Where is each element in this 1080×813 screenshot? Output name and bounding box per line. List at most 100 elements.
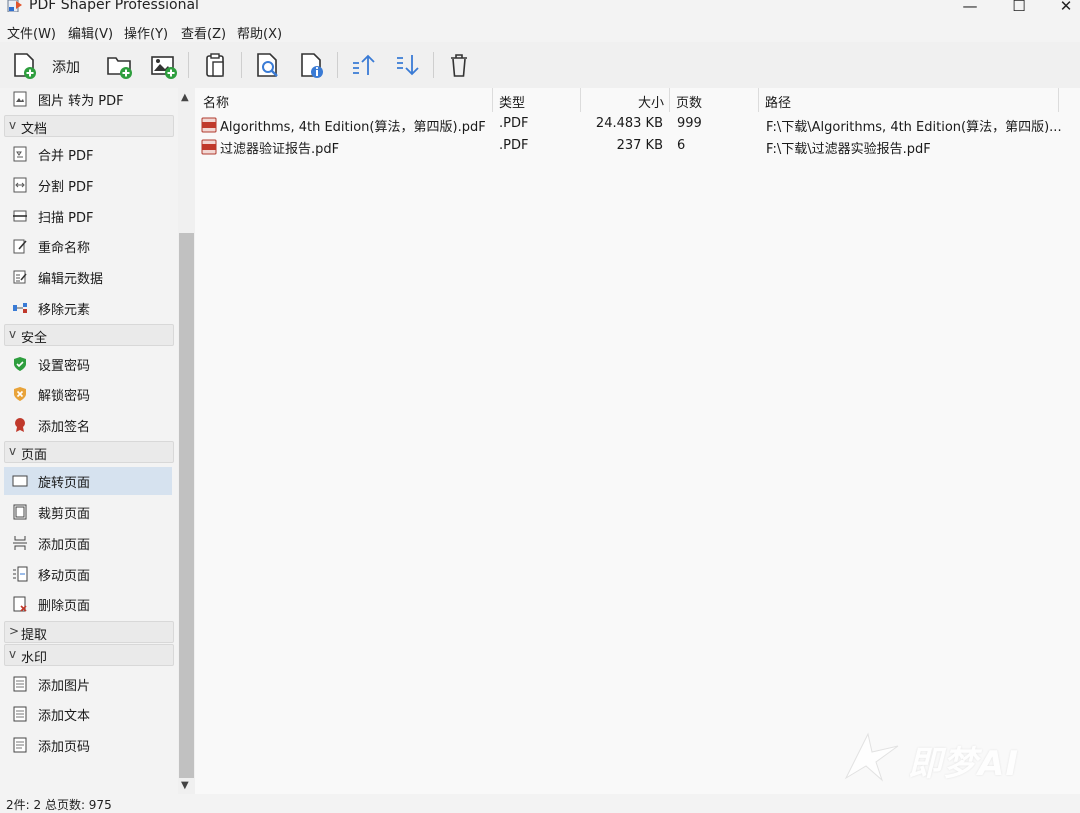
close-button[interactable]: ✕ [1051,0,1080,15]
add-folder-icon [107,57,132,79]
sidebar-item-rename[interactable]: 重命名称 [4,232,172,260]
preview-icon [257,53,278,77]
sidebar: 图片 转为 PDF v 文档 合并 PDF 分割 PDF 扫描 PDF 重命名称… [0,88,178,794]
file-row[interactable]: Algorithms, 4th Edition(算法，第四版).pdF .PDF… [195,114,1080,136]
file-row[interactable]: 过滤器验证报告.pdF .PDF 237 KB 6 F:\下载\过滤器实验报告.… [195,136,1080,158]
sidebar-item-split-pdf[interactable]: 分割 PDF [4,171,172,199]
group-header-document[interactable]: v 文档 [4,115,174,137]
sidebar-item-label: 添加页面 [38,538,91,553]
add-folder-button[interactable] [103,49,135,81]
sidebar-item-label: 分割 PDF [38,180,94,195]
file-pages: 999 [677,116,702,131]
column-header-pages[interactable]: 页数 [676,92,702,111]
window-title: PDF Shaper Professional [29,0,199,13]
add-image-button[interactable] [147,49,179,81]
column-separator[interactable] [580,88,581,112]
menu-help[interactable]: 帮助(X) [237,23,282,42]
file-size: 24.483 KB [595,116,663,131]
column-separator[interactable] [492,88,493,112]
toolbar: 添加 [0,42,1080,88]
group-header-security[interactable]: v 安全 [4,324,174,346]
column-header-size[interactable]: 大小 [638,92,664,111]
sidebar-item-delete-pages[interactable]: 删除页面 [4,590,172,618]
file-path: F:\下载\Algorithms, 4th Edition(算法，第四版)... [766,120,1062,135]
add-image-icon [151,56,177,79]
remove-elements-icon [13,303,27,313]
column-separator[interactable] [1058,88,1059,112]
group-label: 安全 [21,331,48,346]
preview-button[interactable] [251,49,283,81]
sidebar-item-label: 添加图片 [38,679,91,694]
sidebar-item-scan-pdf[interactable]: 扫描 PDF [4,202,172,230]
group-header-pages[interactable]: v 页面 [4,441,174,463]
menu-edit[interactable]: 编辑(V) [68,23,113,42]
sidebar-scrollbar[interactable]: ▲ ▼ [178,88,195,794]
sidebar-item-rotate-pages[interactable]: 旋转页面 [4,467,172,495]
pdf-file-icon [201,117,217,133]
toolbar-separator [433,52,434,78]
group-header-watermark[interactable]: v 水印 [4,644,174,666]
sidebar-item-merge-pdf[interactable]: 合并 PDF [4,140,172,168]
menu-view[interactable]: 查看(Z) [181,23,226,42]
add-file-button[interactable] [8,49,40,81]
sidebar-item-edit-metadata[interactable]: 编辑元数据 [4,263,172,291]
sidebar-item-remove-elements[interactable]: 移除元素 [4,294,172,322]
column-header-name[interactable]: 名称 [203,92,229,111]
column-separator[interactable] [669,88,670,112]
sidebar-item-add-page-numbers[interactable]: 添加页码 [4,731,172,759]
menu-file[interactable]: 文件(W) [7,23,56,42]
move-up-button[interactable] [347,49,379,81]
sidebar-item-add-text-watermark[interactable]: 添加文本 [4,700,172,728]
toolbar-separator [241,52,242,78]
move-down-icon [397,55,419,76]
minimize-button[interactable]: — [955,0,985,15]
column-separator[interactable] [758,88,759,112]
chevron-down-icon: v [9,647,17,661]
scroll-down-arrow-icon[interactable]: ▼ [181,780,189,791]
column-header-path[interactable]: 路径 [765,92,791,111]
sidebar-item-label: 删除页面 [38,599,91,614]
sidebar-item-label: 旋转页面 [38,476,91,491]
group-label: 水印 [21,651,48,666]
sidebar-item-label: 裁剪页面 [38,507,91,522]
column-header-type[interactable]: 类型 [499,92,525,111]
rotate-page-icon [12,475,28,487]
add-button-label[interactable]: 添加 [52,57,80,77]
move-down-button[interactable] [391,49,423,81]
sidebar-item-crop-pages[interactable]: 裁剪页面 [4,498,172,526]
menu-actions[interactable]: 操作(Y) [124,23,168,42]
maximize-button[interactable]: ☐ [1004,0,1034,15]
sidebar-item-label: 添加文本 [38,709,91,724]
sidebar-item-set-password[interactable]: 设置密码 [4,350,172,378]
file-list: 名称 类型 大小 页数 路径 Algorithms, 4th Edition(算… [195,88,1080,794]
sidebar-item-image-to-pdf[interactable]: 图片 转为 PDF [4,88,172,113]
chevron-down-icon: v [9,118,17,132]
sidebar-item-label: 移除元素 [38,303,91,318]
delete-button[interactable] [443,49,475,81]
scroll-up-arrow-icon[interactable]: ▲ [181,92,189,103]
file-path: F:\下载\过滤器实验报告.pdF [766,142,931,157]
sidebar-item-add-signature[interactable]: 添加签名 [4,411,172,439]
sidebar-item-move-pages[interactable]: 移动页面 [4,560,172,588]
file-size: 237 KB [616,138,663,153]
sidebar-item-add-image-watermark[interactable]: 添加图片 [4,670,172,698]
sidebar-item-add-pages[interactable]: 添加页面 [4,529,172,557]
paste-button[interactable] [199,49,231,81]
title-bar: PDF Shaper Professional — ☐ ✕ [0,0,1080,16]
image-document-icon [13,91,27,107]
sidebar-item-label: 解锁密码 [38,389,91,404]
paste-icon [206,53,224,77]
watermark-logo-icon [844,732,899,782]
info-button[interactable] [295,49,327,81]
move-up-icon [353,54,375,75]
file-list-header: 名称 类型 大小 页数 路径 [195,88,1080,112]
group-header-extract[interactable]: > 提取 [4,621,174,643]
document-lines-icon [13,676,27,692]
sidebar-item-label: 合并 PDF [38,149,94,164]
scrollbar-thumb[interactable] [179,233,194,778]
sidebar-item-label: 设置密码 [38,359,91,374]
crop-page-icon [13,504,27,520]
file-type: .PDF [499,138,529,153]
sidebar-item-unlock-password[interactable]: 解锁密码 [4,380,172,408]
sidebar-item-label: 移动页面 [38,569,91,584]
